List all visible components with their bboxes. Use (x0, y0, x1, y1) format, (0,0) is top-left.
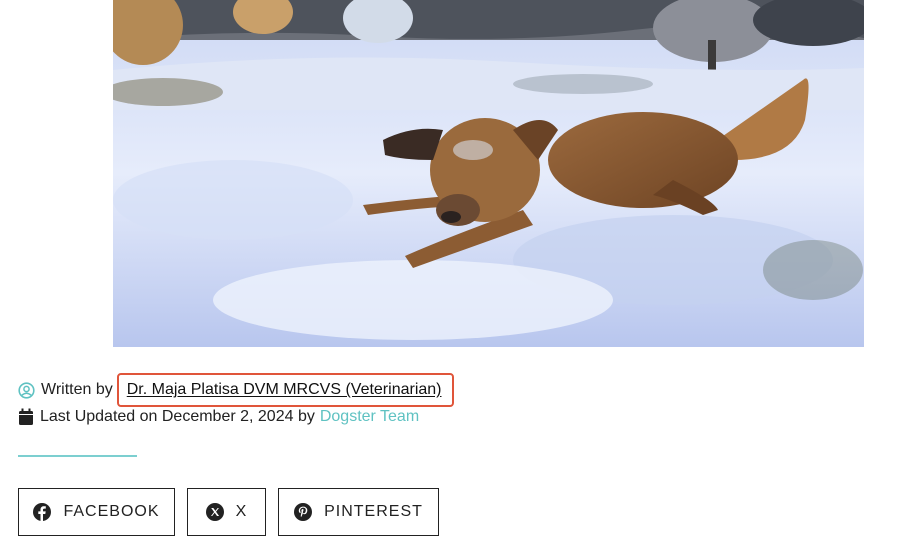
author-highlight: Dr. Maja Platisa DVM MRCVS (Veterinarian… (116, 373, 454, 407)
x-logo-icon (205, 503, 224, 521)
pinterest-share-button[interactable]: PINTEREST (278, 488, 439, 536)
calendar-icon (18, 408, 34, 426)
x-label: X (235, 503, 248, 520)
last-updated-row: Last Updated on December 2, 2024 by Dogs… (18, 408, 419, 426)
facebook-share-button[interactable]: FACEBOOK (18, 488, 175, 536)
divider (18, 455, 137, 457)
written-by-row: Written by Dr. Maja Platisa DVM MRCVS (V… (18, 373, 454, 407)
facebook-icon (33, 503, 52, 521)
hero-image (113, 0, 864, 347)
last-updated-label: Last Updated on December 2, 2024 by (40, 408, 315, 425)
author-link[interactable]: Dr. Maja Platisa DVM MRCVS (Veterinarian… (127, 381, 442, 398)
x-share-button[interactable]: X (187, 488, 266, 536)
facebook-label: FACEBOOK (63, 503, 160, 520)
dogster-team-link[interactable]: Dogster Team (320, 408, 419, 426)
dog-in-snow-photo (113, 0, 864, 347)
written-by-label: Written by (41, 381, 113, 398)
pinterest-icon (294, 503, 313, 521)
pinterest-label: PINTEREST (324, 503, 423, 520)
user-circle-icon (18, 381, 35, 399)
